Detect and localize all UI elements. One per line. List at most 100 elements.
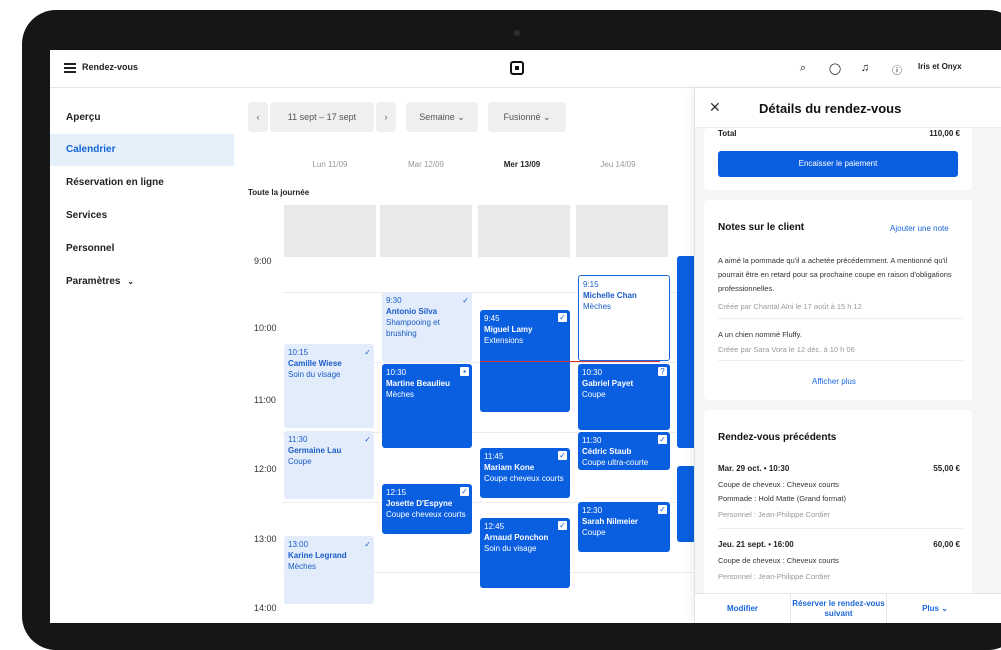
hour-label: 14:00 — [254, 603, 277, 613]
all-day-cell[interactable] — [284, 205, 376, 257]
view-select-label: Semaine — [419, 112, 455, 122]
event-service: Coupe ultra-courte — [582, 458, 649, 467]
divider — [718, 318, 963, 319]
app-screen: Rendez-vous ⌕ ◯ ♫ ⓘ Iris et Onyx Aperçu … — [50, 50, 1001, 623]
sidebar-item-parametres[interactable]: Paramètres ⌄ — [50, 266, 170, 298]
previous-amount: 60,00 € — [933, 540, 960, 549]
event-time: 10:15 — [288, 348, 309, 357]
event-time: 9:15 — [583, 280, 599, 289]
appointment-event[interactable]: 11:45 Mariam Kone Coupe cheveux courts ✓ — [480, 448, 570, 498]
check-icon: ✓ — [364, 435, 371, 444]
event-time: 12:15 — [386, 488, 407, 497]
hamburger-menu-icon[interactable] — [64, 63, 76, 73]
event-client: Michelle Chan — [583, 291, 637, 300]
all-day-cell[interactable] — [380, 205, 472, 257]
appointment-event[interactable]: 9:15 Michelle Chan Mèches — [578, 275, 670, 361]
divider — [718, 360, 963, 361]
previous-appointments-card: Rendez-vous précédents Mar. 29 oct. • 10… — [704, 410, 972, 600]
check-icon: ✓ — [658, 435, 667, 444]
day-header-mon[interactable]: Lun 11/09 — [282, 160, 378, 169]
prev-week-button[interactable]: ‹ — [248, 102, 268, 132]
check-icon: ✓ — [462, 296, 469, 305]
appointment-event[interactable]: 10:30 Martine Beaulieu Mèches ▪ — [382, 364, 472, 448]
add-note-link[interactable]: Ajouter une note — [890, 224, 949, 233]
note-text: A aimé la pommade qu'il a achetée précéd… — [718, 256, 952, 293]
help-icon[interactable]: ⓘ — [890, 62, 904, 77]
event-service: Shampooing et brushing — [386, 318, 440, 338]
appointment-event[interactable]: 12:15 Josette D'Espyne Coupe cheveux cou… — [382, 484, 472, 534]
mode-select-label: Fusionné — [503, 112, 541, 122]
sidebar: Aperçu Calendrier Réservation en ligne S… — [50, 88, 234, 623]
event-service: Mèches — [386, 390, 415, 399]
sidebar-item-label: Paramètres — [66, 276, 121, 287]
rebook-button[interactable]: Réserver le rendez-vous suivant — [791, 594, 887, 623]
event-time: 9:30 — [386, 296, 402, 305]
mode-select[interactable]: Fusionné ⌄ — [488, 102, 566, 132]
chevron-down-icon: ⌄ — [543, 112, 551, 122]
event-client: Cédric Staub — [582, 447, 632, 456]
edit-button[interactable]: Modifier — [695, 594, 791, 623]
day-header-tue[interactable]: Mar 12/09 — [378, 160, 474, 169]
all-day-cell[interactable] — [478, 205, 570, 257]
account-name[interactable]: Iris et Onyx — [918, 62, 962, 71]
day-header-thu[interactable]: Jeu 14/09 — [570, 160, 666, 169]
event-client: Martine Beaulieu — [386, 379, 451, 388]
event-time: 11:45 — [484, 452, 504, 461]
event-time: 11:30 — [288, 435, 308, 444]
appointment-event[interactable]: 11:30 Germaine Lau Coupe ✓ — [284, 431, 374, 499]
chat-icon[interactable]: ◯ — [828, 62, 842, 75]
chevron-down-icon: ⌄ — [127, 277, 134, 286]
appointment-event[interactable]: 11:30 Cédric Staub Coupe ultra-courte ✓ — [578, 432, 670, 470]
sidebar-item-calendrier[interactable]: Calendrier — [50, 134, 234, 166]
more-button[interactable]: Plus ⌄ — [887, 594, 983, 623]
appointment-event[interactable]: 12:45 Arnaud Ponchon Soin du visage ✓ — [480, 518, 570, 588]
close-icon[interactable]: ✕ — [709, 99, 721, 116]
appointment-event[interactable]: 12:30 Sarah Nilmeier Coupe ✓ — [578, 502, 670, 552]
total-value: 110,00 € — [929, 129, 960, 138]
event-service: Mèches — [583, 302, 612, 311]
panel-footer: Modifier Réserver le rendez-vous suivant… — [695, 593, 1001, 623]
previous-date: Jeu. 21 sept. • 16:00 — [718, 540, 794, 549]
show-more-link[interactable]: Afficher plus — [812, 377, 856, 386]
previous-staff: Personnel : Jean-Philippe Cordier — [718, 510, 831, 519]
search-icon[interactable]: ⌕ — [796, 62, 810, 75]
sidebar-item-personnel[interactable]: Personnel — [50, 233, 234, 265]
date-range-label[interactable]: 11 sept – 17 sept — [270, 102, 374, 132]
event-time: 10:30 — [386, 368, 407, 377]
event-time: 13:00 — [288, 540, 309, 549]
event-service: Soin du visage — [288, 370, 341, 379]
view-select[interactable]: Semaine ⌄ — [406, 102, 478, 132]
event-time: 9:45 — [484, 314, 500, 323]
panel-title: Détails du rendez-vous — [759, 101, 902, 116]
sidebar-item-reservation[interactable]: Réservation en ligne — [50, 167, 234, 199]
all-day-cell[interactable] — [576, 205, 668, 257]
collect-payment-button[interactable]: Encaisser le paiement — [718, 151, 958, 177]
event-client: Sarah Nilmeier — [582, 517, 639, 526]
event-service: Soin du visage — [484, 544, 537, 553]
event-client: Camille Wiese — [288, 359, 342, 368]
appointment-event[interactable]: 9:30 Antonio Silva Shampooing et brushin… — [382, 292, 472, 362]
event-client: Arnaud Ponchon — [484, 533, 549, 542]
sidebar-item-apercu[interactable]: Aperçu — [50, 102, 234, 134]
total-label: Total — [718, 129, 737, 138]
event-time: 12:45 — [484, 522, 505, 531]
sidebar-item-services[interactable]: Services — [50, 200, 234, 232]
note-meta: Créée par Chantal Alni le 17 août à 15 h… — [718, 302, 862, 311]
appointment-event[interactable]: 10:30 Gabriel Payet Coupe ? — [578, 364, 670, 430]
previous-date: Mar. 29 oct. • 10:30 — [718, 464, 790, 473]
appointment-event[interactable]: 13:00 Karine Legrand Mèches ✓ — [284, 536, 374, 604]
notes-title: Notes sur le client — [718, 222, 805, 233]
app-title: Rendez-vous — [82, 62, 139, 72]
next-week-button[interactable]: › — [376, 102, 396, 132]
event-client: Mariam Kone — [484, 463, 535, 472]
more-button-label: Plus — [922, 604, 939, 613]
day-header-wed[interactable]: Mer 13/09 — [474, 160, 570, 169]
event-time: 11:30 — [582, 436, 602, 445]
divider — [718, 528, 963, 529]
event-service: Coupe cheveux courts — [386, 510, 466, 519]
check-icon: ✓ — [364, 348, 371, 357]
event-client: Germaine Lau — [288, 446, 342, 455]
appointment-event[interactable]: 10:15 Camille Wiese Soin du visage ✓ — [284, 344, 374, 428]
previous-service: Coupe de cheveux : Cheveux courts — [718, 480, 839, 489]
bell-icon[interactable]: ♫ — [858, 62, 872, 74]
